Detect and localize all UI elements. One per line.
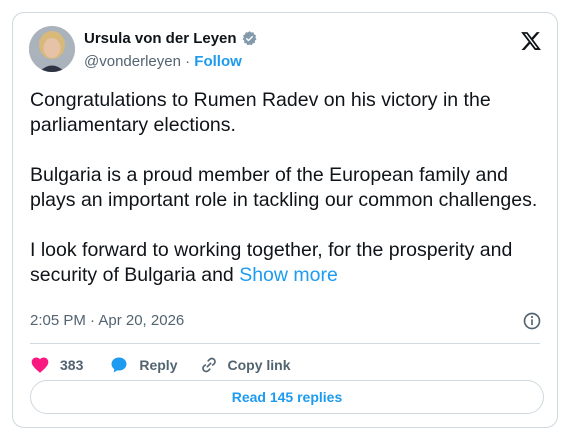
divider	[30, 343, 540, 344]
tweet-paragraph: Congratulations to Rumen Radev on his vi…	[30, 89, 491, 136]
reply-button[interactable]: Reply	[109, 355, 177, 375]
author-handle[interactable]: @vonderleyen	[84, 53, 181, 70]
avatar-image	[29, 26, 75, 72]
action-bar: 383 Reply Copy link	[30, 351, 291, 379]
heart-icon	[31, 357, 49, 373]
follow-button[interactable]: Follow	[194, 53, 242, 70]
tweet-paragraph: Bulgaria is a proud member of the Europe…	[30, 164, 538, 211]
link-icon	[202, 357, 217, 373]
reply-bubble-icon	[111, 357, 127, 373]
copy-link-button[interactable]: Copy link	[199, 355, 291, 375]
tweet-card: Ursula von der Leyen @vonderleyen · Foll…	[12, 12, 558, 428]
author-handle-row: @vonderleyen · Follow	[84, 53, 242, 70]
author-name-row: Ursula von der Leyen	[84, 30, 258, 47]
reply-label: Reply	[139, 357, 178, 373]
tweet-text: Congratulations to Rumen Radev on his vi…	[30, 88, 542, 313]
tweet-timestamp[interactable]: 2:05 PM · Apr 20, 2026	[30, 312, 184, 329]
read-replies-button[interactable]: Read 145 replies	[30, 380, 544, 414]
like-count: 383	[60, 357, 84, 373]
info-icon[interactable]	[522, 311, 542, 331]
copy-link-label: Copy link	[227, 357, 291, 373]
verified-badge-icon	[242, 31, 257, 46]
tweet-paragraph-last: I look forward to working together, for …	[30, 238, 542, 288]
show-more-link[interactable]: Show more	[239, 264, 338, 286]
like-button[interactable]: 383	[30, 355, 83, 375]
read-replies-label: Read 145 replies	[231, 389, 343, 405]
author-name[interactable]: Ursula von der Leyen	[84, 30, 237, 47]
avatar[interactable]	[29, 26, 75, 72]
separator-dot: ·	[185, 53, 191, 70]
x-logo-icon[interactable]	[520, 30, 542, 52]
